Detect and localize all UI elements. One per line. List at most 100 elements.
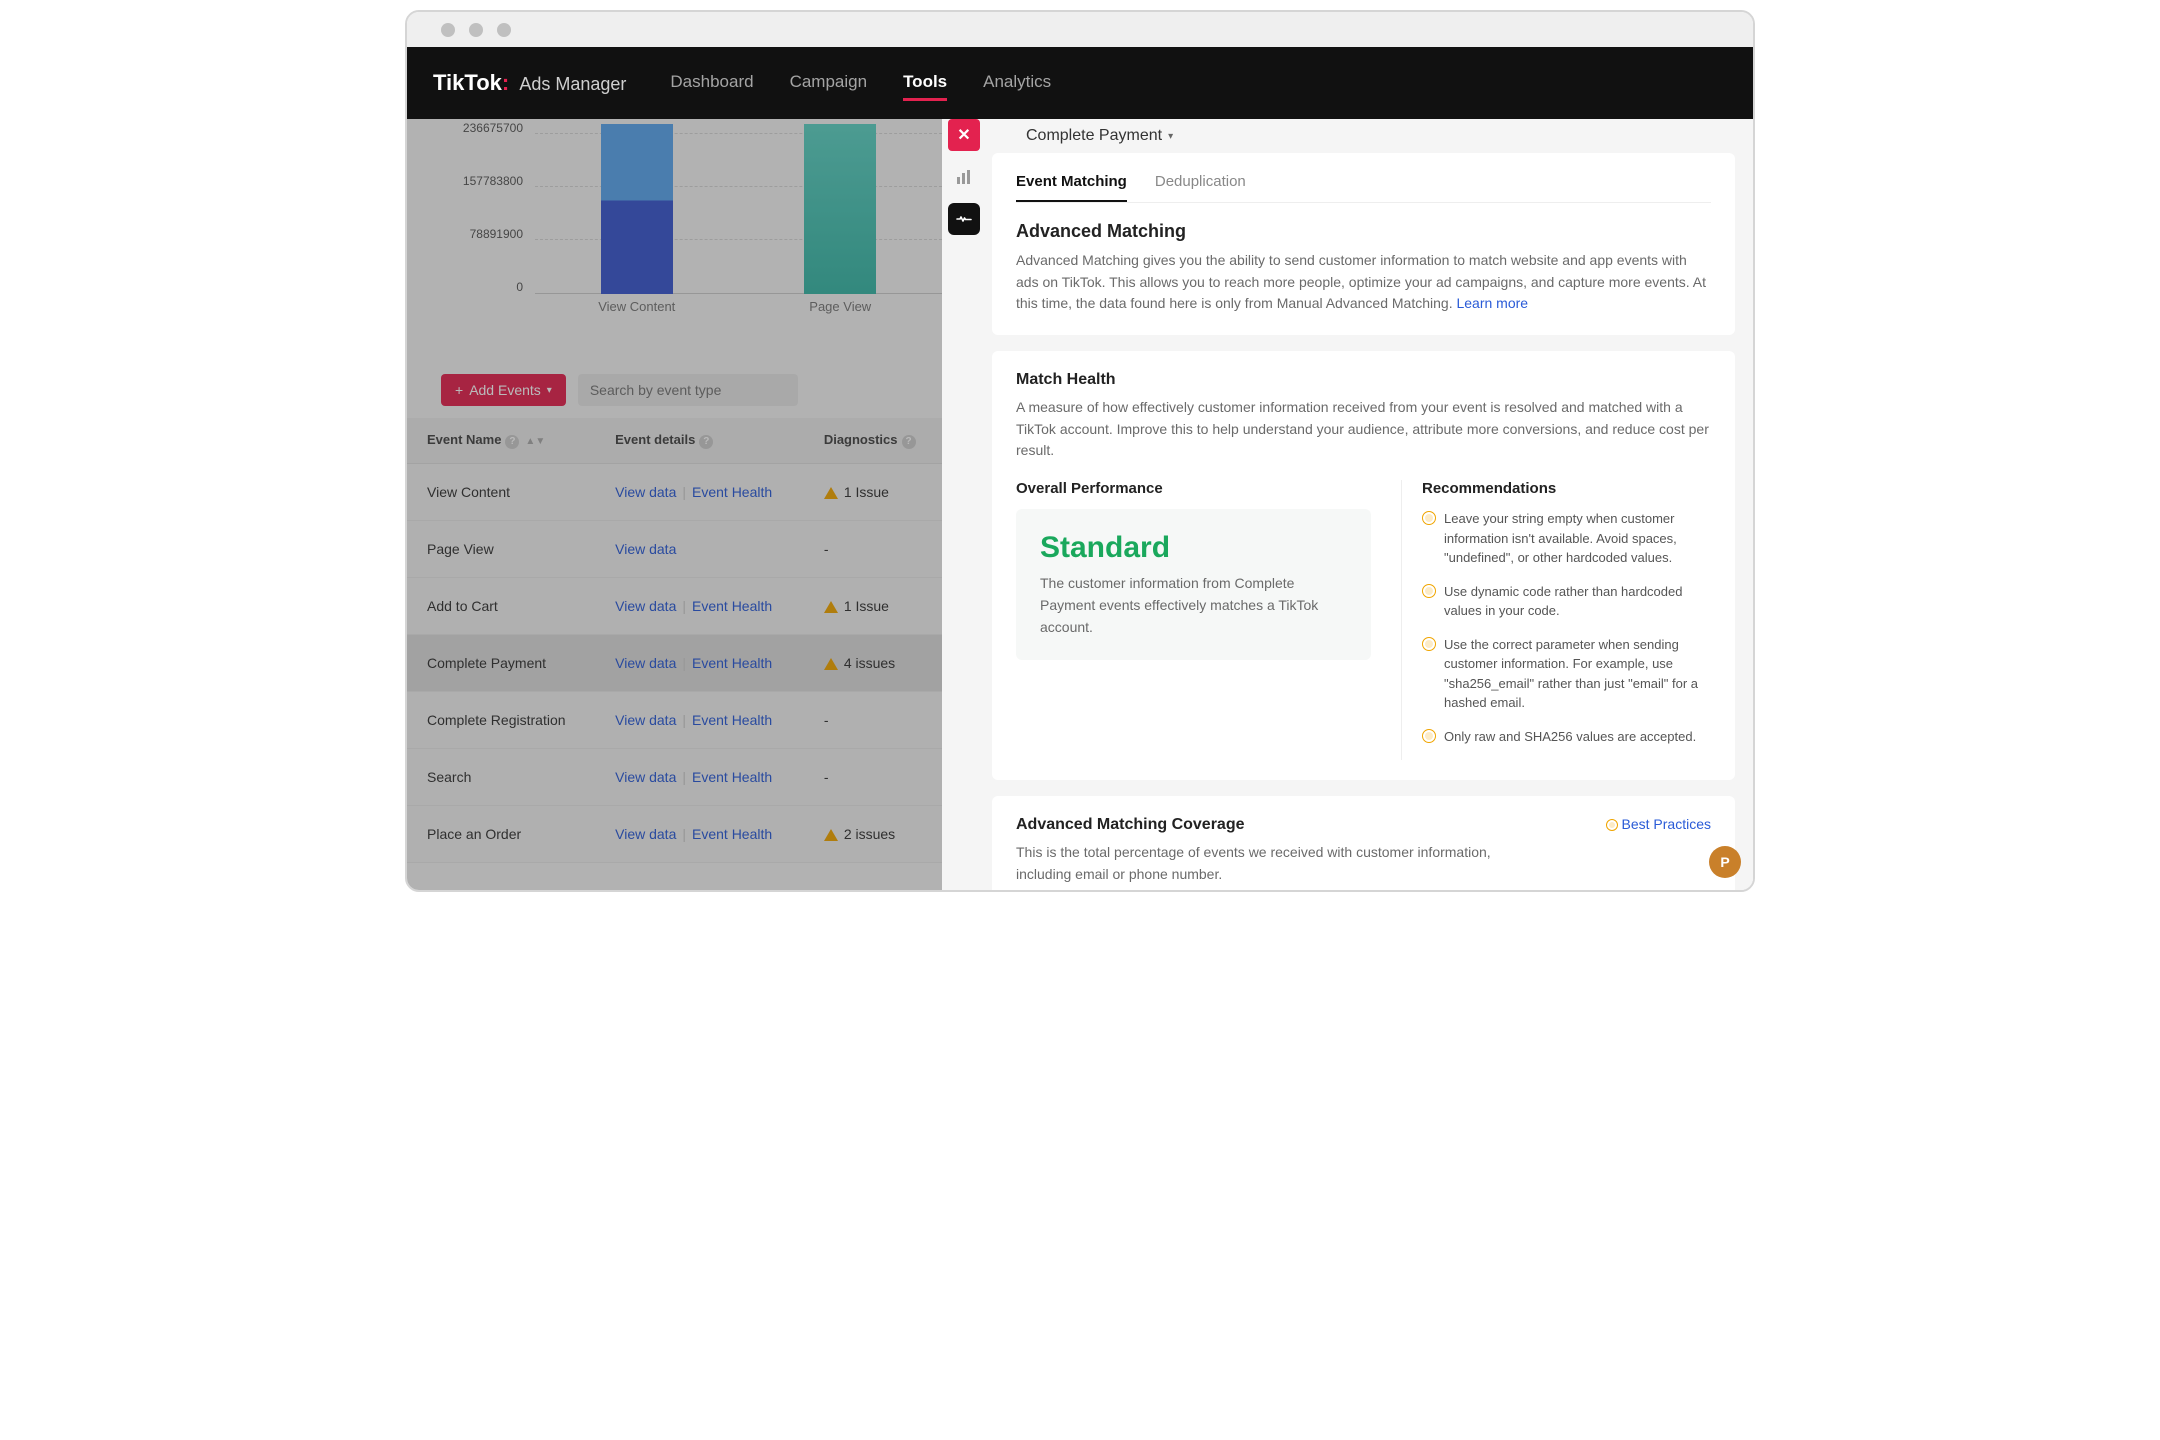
nav-analytics[interactable]: Analytics: [983, 66, 1051, 101]
event-health-link[interactable]: Event Health: [692, 598, 772, 614]
coverage-header: Advanced Matching Coverage This is the t…: [1016, 816, 1711, 885]
diagnostics-cell: 1 Issue: [808, 464, 942, 521]
diagnostics-cell: 2 issues: [808, 806, 942, 863]
event-details-cell: View data | Event Health: [599, 635, 808, 692]
recommendation-item: Only raw and SHA256 values are accepted.: [1422, 727, 1711, 747]
learn-more-link[interactable]: Learn more: [1456, 295, 1528, 311]
window-dot: [469, 23, 483, 37]
help-icon[interactable]: ?: [699, 435, 713, 449]
best-practices-link[interactable]: Best Practices: [1606, 816, 1711, 832]
bar-view-content[interactable]: [601, 124, 673, 294]
table-row[interactable]: Add to CartView data|Event Health1 Issue: [407, 578, 942, 635]
selected-event-label: Complete Payment: [1026, 127, 1162, 145]
table-row[interactable]: SearchView data|Event Health-: [407, 749, 942, 806]
overall-performance-col: Overall Performance Standard The custome…: [1016, 480, 1401, 760]
add-events-label: Add Events: [469, 382, 541, 398]
recommendation-item: Leave your string empty when customer in…: [1422, 509, 1711, 568]
brand-name: TikTok: [433, 70, 502, 95]
event-name-cell: Complete Payment: [407, 635, 599, 692]
view-data-link[interactable]: View data: [615, 484, 676, 500]
event-health-link[interactable]: Event Health: [692, 826, 772, 842]
search-input[interactable]: [578, 374, 798, 406]
view-data-link[interactable]: View data: [615, 826, 676, 842]
event-health-link[interactable]: Event Health: [692, 769, 772, 785]
help-icon[interactable]: ?: [902, 435, 916, 449]
chart-bars: [535, 119, 942, 294]
separator: |: [682, 769, 686, 785]
bulb-icon: [1422, 637, 1436, 651]
tab-event-matching[interactable]: Event Matching: [1016, 173, 1127, 202]
coverage-card: Advanced Matching Coverage This is the t…: [992, 796, 1735, 890]
event-details-cell: View data|Event Health: [599, 806, 808, 863]
diagnostics-text: 4 issues: [844, 655, 895, 671]
th-diagnostics[interactable]: Diagnostics?: [808, 418, 942, 464]
bulb-icon: [1606, 819, 1618, 831]
avatar[interactable]: P: [1709, 846, 1741, 878]
nav-campaign[interactable]: Campaign: [790, 66, 868, 101]
recommendations-col: Recommendations Leave your string empty …: [1401, 480, 1711, 760]
advanced-matching-card: Event Matching Deduplication Advanced Ma…: [992, 153, 1735, 335]
diagnostics-text: 1 Issue: [844, 598, 889, 614]
y-tick: 0: [516, 280, 523, 294]
event-name-cell: Search: [407, 749, 599, 806]
match-health-heading: Match Health: [1016, 371, 1711, 389]
event-health-link[interactable]: Event Health: [692, 712, 772, 728]
advanced-matching-heading: Advanced Matching: [1016, 221, 1711, 242]
y-tick: 157783800: [463, 174, 523, 188]
event-details-cell: View data|Event Health: [599, 464, 808, 521]
view-data-link[interactable]: View data: [615, 712, 676, 728]
match-health-columns: Overall Performance Standard The custome…: [1016, 480, 1711, 760]
add-events-button[interactable]: + Add Events ▾: [441, 374, 566, 406]
panel-header: Complete Payment ▾: [986, 119, 1741, 153]
nav-tools[interactable]: Tools: [903, 66, 947, 101]
overall-desc: The customer information from Complete P…: [1040, 573, 1347, 638]
diagnostics-text: -: [824, 541, 829, 557]
bar-page-view[interactable]: [804, 124, 876, 294]
coverage-heading: Advanced Matching Coverage: [1016, 816, 1606, 834]
app-window: TikTok: Ads Manager Dashboard Campaign T…: [405, 10, 1755, 892]
view-data-link[interactable]: View data: [615, 769, 676, 785]
sort-icon[interactable]: ▲▼: [525, 436, 545, 447]
chart-icon[interactable]: [948, 161, 980, 193]
bulb-icon: [1422, 584, 1436, 598]
view-data-link[interactable]: View data: [615, 598, 676, 614]
y-tick: 236675700: [463, 121, 523, 135]
controls-row: + Add Events ▾: [407, 349, 942, 418]
view-data-link[interactable]: View data: [615, 655, 676, 671]
th-event-name[interactable]: Event Name?▲▼: [407, 418, 599, 464]
brand-product: Ads Manager: [519, 74, 626, 94]
event-name-cell: Place an Order: [407, 806, 599, 863]
separator: |: [682, 655, 686, 671]
recommendations-label: Recommendations: [1422, 480, 1711, 497]
recommendation-text: Use dynamic code rather than hardcoded v…: [1444, 582, 1711, 621]
left-pane: 0 78891900 157783800 236675700 View Cont…: [407, 119, 942, 890]
table-row[interactable]: Complete RegistrationView data|Event Hea…: [407, 692, 942, 749]
close-icon[interactable]: ✕: [948, 119, 980, 151]
nav-dashboard[interactable]: Dashboard: [670, 66, 753, 101]
view-data-link[interactable]: View data: [615, 541, 676, 557]
window-dot: [441, 23, 455, 37]
diagnostics-text: -: [824, 712, 829, 728]
x-label: Page View: [739, 299, 943, 314]
event-name-cell: View Content: [407, 464, 599, 521]
table-row[interactable]: View ContentView data|Event Health 1 Issu…: [407, 464, 942, 521]
event-health-link[interactable]: Event Health: [692, 655, 772, 671]
table-row[interactable]: Complete Payment View data | Event Health 4 …: [407, 635, 942, 692]
recommendation-item: Use dynamic code rather than hardcoded v…: [1422, 582, 1711, 621]
recommendation-item: Use the correct parameter when sending c…: [1422, 635, 1711, 713]
tab-deduplication[interactable]: Deduplication: [1155, 173, 1246, 202]
recommendations-list: Leave your string empty when customer in…: [1422, 509, 1711, 746]
help-icon[interactable]: ?: [505, 435, 519, 449]
event-details-cell: View data: [599, 521, 808, 578]
th-event-details[interactable]: Event details?: [599, 418, 808, 464]
table-row[interactable]: Page ViewView data-: [407, 521, 942, 578]
table-row[interactable]: Place an OrderView data|Event Health2 is…: [407, 806, 942, 863]
event-health-link[interactable]: Event Health: [692, 484, 772, 500]
event-selector[interactable]: Complete Payment ▾: [1026, 127, 1173, 145]
health-icon[interactable]: [948, 203, 980, 235]
separator: |: [682, 598, 686, 614]
event-details-cell: View data | Event Health: [599, 578, 808, 635]
nav-items: Dashboard Campaign Tools Analytics: [670, 66, 1051, 101]
diagnostics-text: 1 Issue: [844, 484, 889, 500]
top-nav: TikTok: Ads Manager Dashboard Campaign T…: [407, 47, 1753, 119]
